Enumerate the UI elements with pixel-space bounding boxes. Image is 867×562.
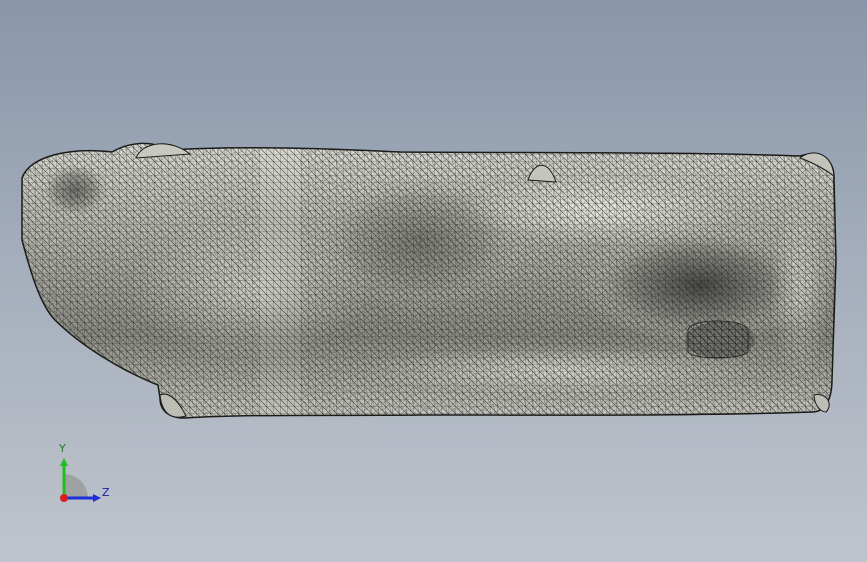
- meshed-model[interactable]: [0, 0, 867, 562]
- y-axis-label: Y: [59, 442, 66, 455]
- graphics-viewport[interactable]: Y Z: [0, 0, 867, 562]
- triad-quadrant: [64, 474, 88, 498]
- z-axis-label: Z: [102, 486, 110, 499]
- x-axis-dot: [60, 494, 68, 502]
- pocket-feature: [687, 320, 749, 359]
